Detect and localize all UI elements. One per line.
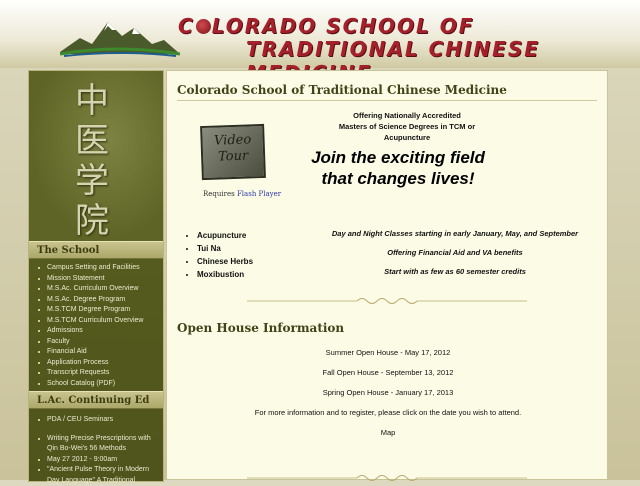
sidebar-item-mstcm-curriculum[interactable]: M.S.TCM Curriculum Overview — [29, 316, 163, 327]
logo-letter: C — [178, 14, 195, 38]
join-headline: Join the exciting field that changes liv… — [311, 148, 485, 188]
sidebar-item-faculty[interactable]: Faculty — [29, 337, 163, 348]
sidebar-item-financial-aid[interactable]: Financial Aid — [29, 347, 163, 358]
offer-line: Masters of Science Degrees in TCM or — [338, 122, 476, 131]
mountain-logo-icon[interactable] — [60, 14, 180, 58]
sidebar-item-mstcm-degree[interactable]: M.S.TCM Degree Program — [29, 305, 163, 316]
financial-info: Offering Financial Aid and VA benefits — [387, 248, 523, 257]
sidebar-school-links: Campus Setting and Facilities Mission St… — [29, 263, 163, 389]
sidebar-item-application[interactable]: Application Process — [29, 358, 163, 369]
sidebar-item-seminar-date: May 27 2012 - 9:00am — [29, 455, 163, 466]
therapy-list: Acupuncture Tui Na Chinese Herbs Moxibus… — [185, 229, 253, 281]
sidebar-item-seminars[interactable]: PDA / CEU Seminars — [29, 415, 163, 426]
requires-label: Requires — [203, 190, 237, 198]
sidebar-item-msac-curriculum[interactable]: M.S.Ac. Curriculum Overview — [29, 284, 163, 295]
sidebar: 中 医 学 院 The School Campus Setting and Fa… — [28, 70, 164, 484]
sidebar-heading-continuing-ed: L.Ac. Continuing Ed — [29, 391, 163, 409]
flash-player-link[interactable]: Flash Player — [237, 190, 281, 198]
accreditation-text: Offering Nationally Accredited Masters o… — [317, 110, 497, 143]
credits-info: Start with as few as 60 semester credits — [384, 267, 526, 276]
sidebar-heading-school: The School — [29, 241, 163, 259]
sidebar-item-seminar-title[interactable]: Writing Precise Prescriptions with Qin B… — [29, 434, 163, 455]
offer-line: Acupuncture — [383, 133, 431, 142]
logo-text: LORADO SCHOOL OF — [211, 14, 475, 38]
sidebar-item-transcripts[interactable]: Transcript Requests — [29, 368, 163, 379]
sidebar-item-msac-degree[interactable]: M.S.Ac. Degree Program — [29, 295, 163, 306]
sidebar-item-catalog[interactable]: School Catalog (PDF) — [29, 379, 163, 390]
page-title: Colorado School of Traditional Chinese M… — [177, 83, 597, 101]
sidebar-item-admissions[interactable]: Admissions — [29, 326, 163, 337]
video-tour-button[interactable]: Video Tour — [200, 123, 266, 181]
list-item: Acupuncture — [197, 229, 253, 242]
list-item: Chinese Herbs — [197, 255, 253, 268]
ornament-divider-icon — [247, 298, 527, 304]
yin-yang-icon — [195, 19, 211, 34]
list-item: Tui Na — [197, 242, 253, 255]
open-house-summer-link[interactable]: Summer Open House - May 17, 2012 — [167, 348, 609, 357]
sidebar-item-seminar-title-2[interactable]: "Ancient Pulse Theory in Modern Day Lang… — [29, 465, 163, 486]
sidebar-item-campus[interactable]: Campus Setting and Facilities — [29, 263, 163, 274]
registration-info: For more information and to register, pl… — [254, 408, 522, 417]
logo-title-line1[interactable]: C LORADO SCHOOL OF — [178, 14, 474, 38]
classes-info: Day and Night Classes starting in early … — [331, 229, 579, 238]
list-item: Moxibustion — [197, 268, 253, 281]
site-header: CLORADO SCHOOL OF TRADITIONAL CHINESE ME… — [0, 0, 640, 85]
open-house-heading: Open House Information — [177, 321, 345, 335]
map-link[interactable]: Map — [167, 428, 609, 437]
ornament-divider-icon — [247, 475, 527, 481]
flash-requirement: Requires Flash Player — [203, 190, 281, 198]
character-yuan: 院 — [75, 201, 109, 241]
open-house-spring-link[interactable]: Spring Open House - January 17, 2013 — [167, 388, 609, 397]
offer-line: Offering Nationally Accredited — [353, 111, 461, 120]
chinese-characters-banner: 中 医 学 院 — [29, 71, 163, 241]
sidebar-item-mission[interactable]: Mission Statement — [29, 274, 163, 285]
open-house-fall-link[interactable]: Fall Open House - September 13, 2012 — [167, 368, 609, 377]
sidebar-ce-links: PDA / CEU Seminars Writing Precise Presc… — [29, 415, 163, 486]
main-content: Colorado School of Traditional Chinese M… — [166, 70, 609, 481]
video-tour-label: Video Tour — [213, 132, 252, 165]
